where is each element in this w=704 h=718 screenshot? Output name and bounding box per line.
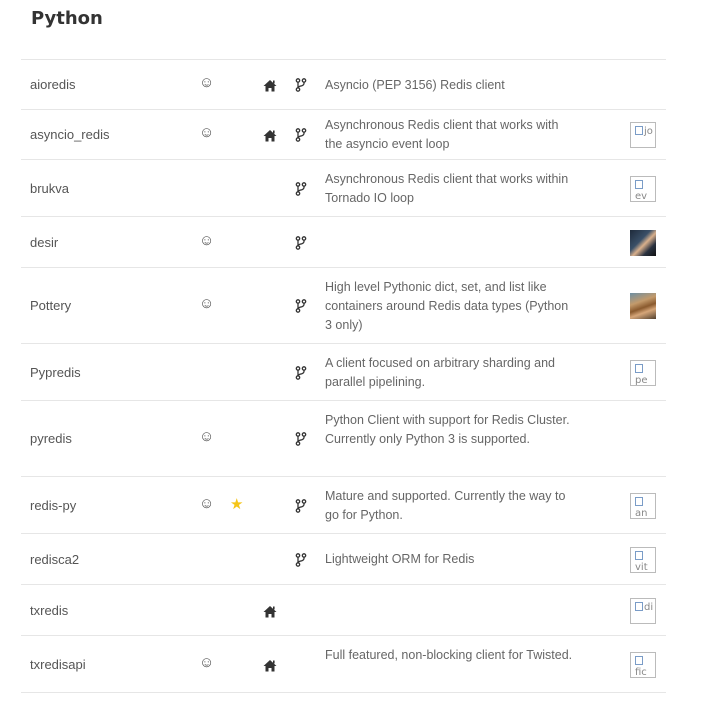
author-avatar[interactable]: an bbox=[630, 492, 656, 519]
fork-icon[interactable] bbox=[295, 552, 307, 567]
home-icon[interactable] bbox=[263, 129, 277, 144]
author-avatar[interactable]: di bbox=[630, 597, 656, 624]
client-description: Mature and supported. Currently the way … bbox=[325, 488, 566, 522]
fork-icon[interactable] bbox=[295, 365, 307, 380]
client-name-link[interactable]: brukva bbox=[30, 181, 69, 196]
fork-icon[interactable] bbox=[295, 128, 307, 142]
smiley-icon: ☺ bbox=[199, 428, 215, 445]
fork-icon[interactable] bbox=[295, 432, 307, 446]
home-icon[interactable] bbox=[263, 79, 277, 94]
client-description: Asynchronous Redis client that works wit… bbox=[325, 171, 569, 205]
client-description: High level Pythonic dict, set, and list … bbox=[325, 279, 569, 332]
smiley-icon: ☺ bbox=[199, 295, 215, 312]
client-name-link[interactable]: asyncio_redis bbox=[30, 127, 110, 142]
smiley-icon: ☺ bbox=[199, 653, 215, 671]
author-avatar[interactable]: fic bbox=[630, 651, 656, 678]
avatar-alt-text: jo bbox=[644, 126, 653, 137]
table-row: Pottery ☺ High level Pythonic dict, set, a… bbox=[21, 268, 666, 344]
client-name-link[interactable]: txredis bbox=[30, 603, 68, 618]
smiley-icon: ☺ bbox=[199, 74, 215, 91]
table-row: Pypredis A client focused on arbitrary sh… bbox=[21, 344, 666, 401]
client-name-link[interactable]: desir bbox=[30, 235, 58, 250]
fork-icon[interactable] bbox=[295, 498, 307, 513]
fork-icon[interactable] bbox=[295, 235, 307, 250]
client-description: Asynchronous Redis client that works wit… bbox=[325, 118, 559, 151]
client-description: A client focused on arbitrary sharding a… bbox=[325, 355, 555, 389]
client-name-link[interactable]: redis-py bbox=[30, 498, 76, 513]
client-name-link[interactable]: Pypredis bbox=[30, 365, 81, 380]
fork-icon[interactable] bbox=[295, 181, 307, 196]
author-avatar[interactable] bbox=[630, 229, 656, 256]
client-name-link[interactable]: redisca2 bbox=[30, 552, 79, 567]
smiley-icon: ☺ bbox=[199, 231, 215, 249]
clients-table: aioredis ☺ Asyncio (PEP 3156) Redis client… bbox=[21, 59, 666, 693]
client-name-link[interactable]: Pottery bbox=[30, 298, 71, 313]
smiley-icon: ☺ bbox=[199, 494, 215, 512]
table-row: pyredis ☺ Python Client with support for R… bbox=[21, 401, 666, 477]
table-row: txredis di bbox=[21, 585, 666, 636]
client-description: Python Client with support for Redis Clu… bbox=[325, 412, 570, 446]
client-name-link[interactable]: pyredis bbox=[30, 431, 72, 446]
table-row: redisca2 Lightweight ORM for Redis vit bbox=[21, 534, 666, 585]
client-description: Lightweight ORM for Redis bbox=[325, 552, 475, 566]
broken-image-icon bbox=[635, 126, 643, 135]
home-icon[interactable] bbox=[263, 659, 277, 674]
broken-image-icon bbox=[635, 363, 643, 373]
author-avatar[interactable]: ev bbox=[630, 175, 656, 202]
table-row: redis-py ☺ ★ Mature and supported. Currentl… bbox=[21, 477, 666, 534]
avatar-alt-text: fic bbox=[635, 666, 647, 678]
smiley-icon: ☺ bbox=[199, 124, 215, 141]
broken-image-icon bbox=[635, 550, 643, 560]
table-row: brukva Asynchronous Redis client that wor… bbox=[21, 160, 666, 217]
avatar-alt-text: vit bbox=[635, 561, 648, 573]
home-icon[interactable] bbox=[263, 605, 277, 620]
table-row: aioredis ☺ Asyncio (PEP 3156) Redis client bbox=[21, 60, 666, 110]
client-description: Full featured, non-blocking client for T… bbox=[325, 647, 573, 662]
page-title: Python bbox=[31, 8, 103, 29]
broken-image-icon bbox=[635, 655, 643, 665]
author-avatar[interactable] bbox=[630, 293, 656, 319]
client-description: Asyncio (PEP 3156) Redis client bbox=[325, 77, 505, 92]
broken-image-icon bbox=[635, 601, 643, 611]
fork-icon[interactable] bbox=[295, 78, 307, 92]
avatar-alt-text: pe bbox=[635, 374, 648, 386]
broken-image-icon bbox=[635, 496, 643, 506]
broken-image-icon bbox=[635, 179, 643, 189]
table-row: asyncio_redis ☺ Asynchronous Redis client … bbox=[21, 110, 666, 160]
client-name-link[interactable]: aioredis bbox=[30, 77, 76, 92]
author-avatar[interactable]: jo bbox=[630, 122, 656, 148]
table-row: txredisapi ☺ Full featured, non-blocking c… bbox=[21, 636, 666, 693]
star-icon: ★ bbox=[230, 495, 244, 513]
avatar-alt-text: an bbox=[635, 507, 648, 519]
fork-icon[interactable] bbox=[295, 299, 307, 313]
author-avatar[interactable]: pe bbox=[630, 359, 656, 386]
avatar-alt-text: ev bbox=[635, 190, 648, 202]
author-avatar[interactable]: vit bbox=[630, 546, 656, 573]
table-row: desir ☺ bbox=[21, 217, 666, 268]
avatar-alt-text: di bbox=[644, 601, 654, 613]
client-name-link[interactable]: txredisapi bbox=[30, 657, 86, 672]
